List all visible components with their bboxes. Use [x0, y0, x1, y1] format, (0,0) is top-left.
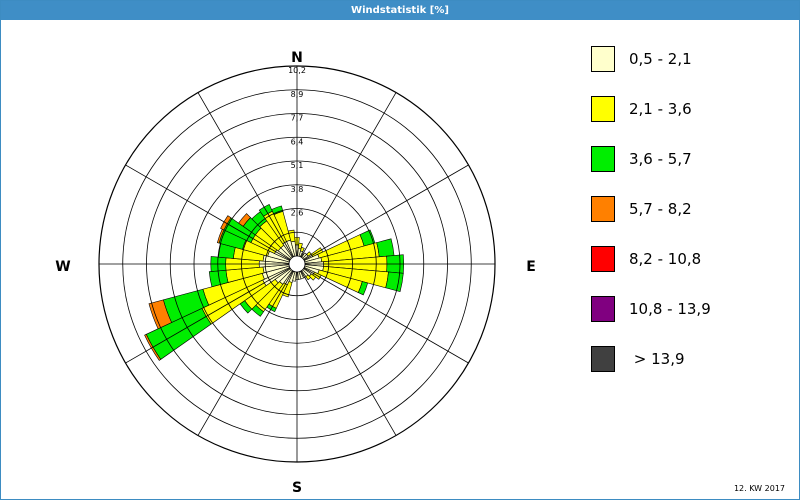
grid-spoke-240 — [125, 267, 291, 364]
direction-label-w: W — [55, 259, 70, 275]
legend-label: 2,1 - 3,6 — [629, 100, 692, 118]
legend-label: 10,8 - 13,9 — [629, 300, 711, 318]
chart-window: Windstatistik [%] 2,6 3,8 5,1 6,4 7,7 8,9 10,2… — [0, 0, 800, 500]
radial-tick-label: 6,4 — [291, 137, 304, 146]
legend-swatch — [591, 46, 615, 72]
legend-item: 8,2 - 10,8 — [591, 246, 791, 274]
sector-layer — [144, 204, 405, 361]
legend-label: 0,5 - 2,1 — [629, 50, 692, 68]
legend-label: 8,2 - 10,8 — [629, 250, 702, 268]
legend-swatch — [591, 346, 615, 372]
sector-100-class-3 — [385, 271, 404, 292]
radial-tick-label: 5,1 — [291, 161, 304, 170]
radial-tick-label: 7,7 — [291, 114, 304, 123]
legend-swatch — [591, 246, 615, 272]
polar-grid — [98, 65, 496, 463]
radial-tick-label: 10,2 — [288, 66, 306, 75]
direction-label-n: N — [291, 50, 303, 66]
legend-item: > 13,9 — [591, 346, 791, 374]
radial-tick-label: 2,6 — [291, 209, 304, 218]
legend-item: 10,8 - 13,9 — [591, 296, 791, 324]
legend-swatch — [591, 296, 615, 322]
sector-80-class-3 — [376, 238, 395, 258]
direction-label-s: S — [292, 480, 302, 496]
calm-circle — [288, 255, 306, 273]
wind-rose-chart: 2,6 3,8 5,1 6,4 7,7 8,9 10,2 N E S W — [55, 50, 536, 496]
legend-item: 0,5 - 2,1 — [591, 46, 791, 74]
sector-20-class-2 — [300, 246, 305, 253]
legend-label: 5,7 - 8,2 — [629, 200, 692, 218]
window-title: Windstatistik [%] — [1, 1, 799, 20]
legend-label: 3,6 - 5,7 — [629, 150, 692, 168]
week-label: 12. KW 2017 — [733, 484, 785, 493]
radial-tick-label: 8,9 — [291, 90, 304, 99]
legend-item: 5,7 - 8,2 — [591, 196, 791, 224]
legend-swatch — [591, 146, 615, 172]
radial-tick-label: 3,8 — [291, 185, 304, 194]
direction-label-e: E — [526, 259, 536, 275]
legend-item: 3,6 - 5,7 — [591, 146, 791, 174]
legend-swatch — [591, 196, 615, 222]
legend-swatch — [591, 96, 615, 122]
grid-spoke-30 — [300, 92, 397, 258]
legend-label: > 13,9 — [629, 350, 685, 368]
grid-spoke-150 — [300, 270, 397, 436]
legend-item: 2,1 - 3,6 — [591, 96, 791, 124]
